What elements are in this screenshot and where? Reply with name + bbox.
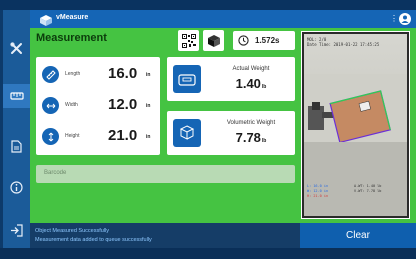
dimensions-card: Length 16.0 in Width 12.0 in Height 21.0… — [36, 57, 160, 155]
timer-value: 1.572s — [255, 36, 280, 45]
ruler-icon — [42, 66, 59, 83]
info-icon[interactable] — [3, 175, 30, 199]
camera-image: MOL: 2/0 Date Time: 2019-01-22 17:45:25 … — [304, 34, 407, 216]
height-unit: in — [146, 134, 151, 140]
width-icon — [42, 97, 59, 114]
height-icon — [42, 128, 59, 145]
length-unit: in — [146, 72, 151, 78]
camera-readout-height: H: 21.0 in — [307, 194, 329, 198]
bottom-background — [0, 248, 416, 259]
volumetric-weight-unit: lb — [261, 138, 267, 144]
scale-icon — [173, 65, 201, 93]
document-icon[interactable] — [3, 134, 30, 158]
volumetric-weight-value-row: 7.78lb — [207, 130, 295, 145]
camera-preview: MOL: 2/0 Date Time: 2019-01-22 17:45:25 … — [301, 31, 410, 219]
volume-weight-icon — [173, 119, 201, 147]
cube-icon — [207, 34, 220, 47]
height-value: 21.0 — [108, 127, 138, 144]
volumetric-weight-card: Volumetric Weight 7.78lb — [167, 111, 295, 155]
actual-weight-value: 1.40 — [235, 76, 261, 91]
status-line-2: Measurement data added to queue successf… — [35, 237, 152, 243]
menu-dots-icon[interactable]: ⋮ — [390, 14, 398, 23]
volumetric-weight-value: 7.78 — [235, 130, 261, 145]
width-row: Width 12.0 in — [36, 92, 160, 120]
app-window: vMeasure ⋮ Measurement 1.572s Length 16.… — [30, 10, 416, 248]
qr-code-button[interactable] — [178, 30, 199, 51]
height-label: Height — [65, 133, 80, 139]
status-line-1: Object Measured Successfully — [35, 228, 109, 234]
tools-icon[interactable] — [3, 36, 30, 60]
barcode-placeholder: Barcode — [44, 170, 67, 176]
actual-weight-card: Actual Weight 1.40lb — [167, 57, 295, 101]
app-name: vMeasure — [56, 14, 89, 21]
length-row: Length 16.0 in — [36, 61, 160, 89]
height-row: Height 21.0 in — [36, 123, 160, 151]
width-label: Width — [65, 102, 78, 108]
camera-readout-volumetric-weight: V.WT: 7.78 lb — [354, 189, 382, 193]
actual-weight-label: Actual Weight — [232, 66, 270, 72]
measure-timer: 1.572s — [233, 31, 295, 50]
volumetric-weight-label: Volumetric Weight — [226, 120, 276, 126]
length-label: Length — [65, 71, 81, 77]
width-unit: in — [146, 103, 151, 109]
3d-view-button[interactable] — [203, 30, 224, 51]
actual-weight-value-row: 1.40lb — [207, 76, 295, 91]
clear-button[interactable]: Clear — [300, 223, 416, 248]
sidebar — [3, 10, 30, 248]
measure-nav-icon[interactable] — [3, 84, 30, 108]
logout-icon[interactable] — [3, 218, 30, 242]
barcode-input[interactable]: Barcode — [36, 165, 295, 183]
actual-weight-unit: lb — [261, 84, 267, 90]
vmeasure-logo-icon — [38, 13, 54, 26]
app-header: vMeasure ⋮ — [30, 10, 416, 28]
status-log: Object Measured Successfully Measurement… — [30, 223, 300, 248]
width-value: 12.0 — [108, 96, 138, 113]
top-background — [0, 0, 416, 10]
length-value: 16.0 — [108, 65, 138, 82]
page-title: Measurement — [36, 32, 107, 44]
clock-icon — [238, 35, 249, 46]
qr-code-icon — [181, 33, 196, 48]
user-icon[interactable] — [399, 13, 411, 25]
